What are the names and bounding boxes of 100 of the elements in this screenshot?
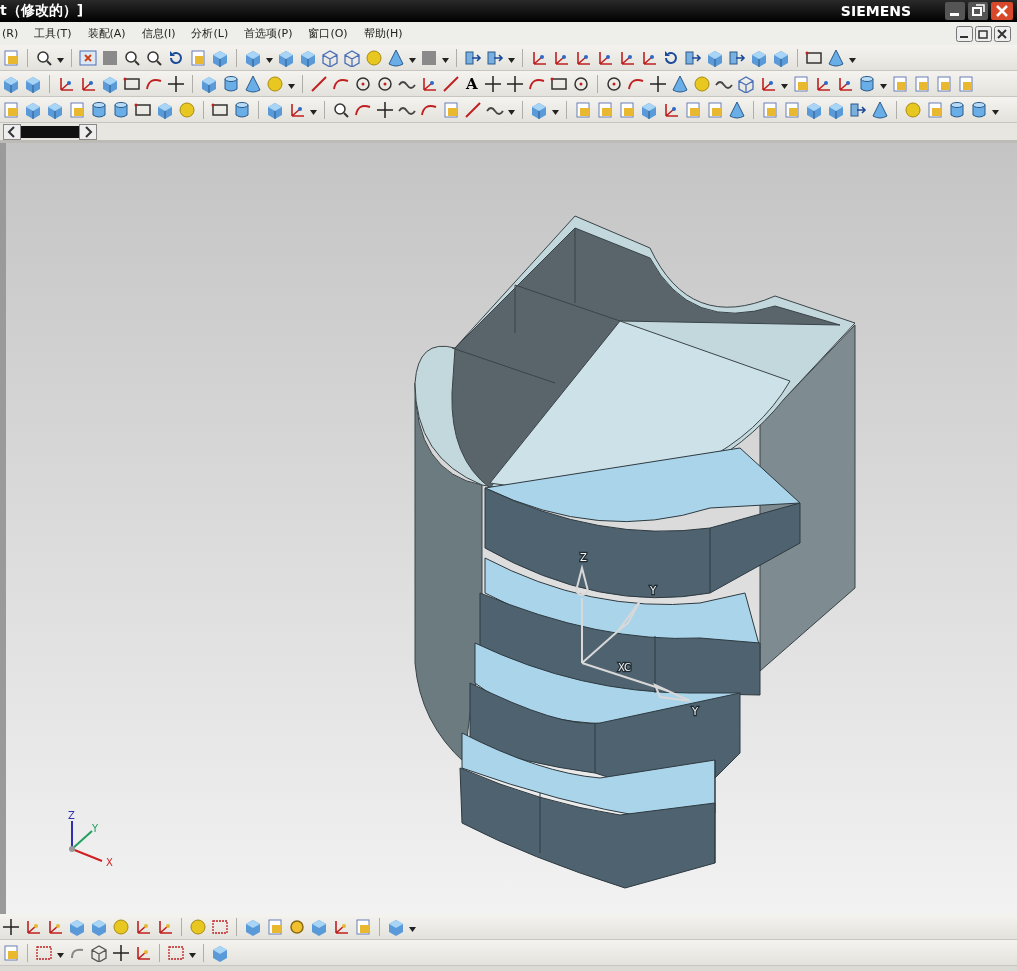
cylinder-icon[interactable] xyxy=(857,74,876,93)
cube-icon[interactable] xyxy=(299,48,317,67)
cube-icon[interactable] xyxy=(827,100,845,119)
wireframe-cube-icon[interactable] xyxy=(90,943,108,962)
caret-icon[interactable] xyxy=(409,927,416,932)
cylinder-icon[interactable] xyxy=(90,100,108,119)
caret-icon[interactable] xyxy=(879,84,887,89)
circle-icon[interactable] xyxy=(376,74,394,93)
line-icon[interactable] xyxy=(442,74,460,93)
cube-icon[interactable] xyxy=(90,917,108,936)
minimize-icon[interactable] xyxy=(956,25,973,42)
scroll-left-icon[interactable] xyxy=(3,123,21,140)
cube-icon[interactable] xyxy=(68,917,86,936)
caret-icon[interactable] xyxy=(508,110,515,115)
minimize-icon[interactable] xyxy=(945,2,965,20)
menu-item[interactable]: 首选项(P) xyxy=(242,26,295,41)
caret-icon[interactable] xyxy=(189,953,196,958)
wireframe-cube-icon[interactable] xyxy=(321,48,339,67)
fit-view-icon[interactable] xyxy=(79,48,97,67)
rotate-icon[interactable] xyxy=(167,48,185,67)
caret-icon[interactable] xyxy=(442,58,449,63)
line-icon[interactable] xyxy=(464,100,482,119)
cube-icon[interactable] xyxy=(266,100,284,119)
circle-icon[interactable] xyxy=(354,74,372,93)
caret-icon[interactable] xyxy=(508,58,515,63)
cube-icon[interactable] xyxy=(706,48,724,67)
menu-item[interactable]: 窗口(O) xyxy=(306,26,350,41)
cube-icon[interactable] xyxy=(101,74,119,93)
caret-icon[interactable] xyxy=(849,58,856,63)
cylinder-icon[interactable] xyxy=(948,100,966,119)
cube-icon[interactable] xyxy=(244,917,262,936)
wireframe-cube-icon[interactable] xyxy=(343,48,361,67)
cylinder-icon[interactable] xyxy=(233,100,251,119)
circle-icon[interactable] xyxy=(604,74,623,93)
arrow-icon[interactable] xyxy=(486,48,504,67)
cone-icon[interactable] xyxy=(827,48,845,67)
cube-icon[interactable] xyxy=(310,917,328,936)
menu-item[interactable]: 工具(T) xyxy=(32,26,74,41)
cone-icon[interactable] xyxy=(670,74,689,93)
menu-item[interactable]: 帮助(H) xyxy=(361,26,405,41)
plus-icon[interactable] xyxy=(483,74,502,93)
caret-icon[interactable] xyxy=(409,58,416,63)
cube-icon[interactable] xyxy=(24,74,42,93)
cube-icon[interactable] xyxy=(211,48,229,67)
menu-item[interactable]: 分析(L) xyxy=(189,26,231,41)
scrollbar-thumb[interactable] xyxy=(21,125,79,138)
cylinder-icon[interactable] xyxy=(112,100,130,119)
cube-icon[interactable] xyxy=(640,100,658,119)
arrow-icon[interactable] xyxy=(728,48,746,67)
cube-icon[interactable] xyxy=(244,48,262,67)
caret-icon[interactable] xyxy=(266,58,273,63)
plus-icon[interactable] xyxy=(648,74,667,93)
cube-icon[interactable] xyxy=(772,48,790,67)
caret-icon[interactable] xyxy=(288,84,295,89)
caret-icon[interactable] xyxy=(552,110,559,115)
restore-icon[interactable] xyxy=(968,2,988,20)
rotate-icon[interactable] xyxy=(662,48,680,67)
zoom-icon[interactable] xyxy=(332,100,350,119)
cube-icon[interactable] xyxy=(277,48,295,67)
caret-icon[interactable] xyxy=(992,110,999,115)
cylinder-icon[interactable] xyxy=(222,74,240,93)
arrow-icon[interactable] xyxy=(684,48,702,67)
cube-icon[interactable] xyxy=(211,943,229,962)
cube-icon[interactable] xyxy=(200,74,218,93)
cone-icon[interactable] xyxy=(871,100,889,119)
caret-icon[interactable] xyxy=(57,953,64,958)
plus-icon[interactable] xyxy=(505,74,524,93)
text-tool-button[interactable]: A xyxy=(464,74,480,93)
caret-icon[interactable] xyxy=(310,110,317,115)
caret-icon[interactable] xyxy=(780,84,788,89)
rectangle-icon[interactable] xyxy=(167,943,185,962)
wireframe-cube-icon[interactable] xyxy=(736,74,755,93)
cone-icon[interactable] xyxy=(728,100,746,119)
close-icon[interactable] xyxy=(994,25,1011,42)
plus-icon[interactable] xyxy=(112,943,130,962)
cube-icon[interactable] xyxy=(156,100,174,119)
cube-icon[interactable] xyxy=(750,48,768,67)
scroll-right-icon[interactable] xyxy=(79,123,97,140)
zoom-icon[interactable] xyxy=(145,48,163,67)
zoom-icon[interactable] xyxy=(35,48,53,67)
menu-item[interactable]: 装配(A) xyxy=(85,26,128,41)
menu-item[interactable]: (R) xyxy=(0,27,21,40)
cylinder-icon[interactable] xyxy=(970,100,988,119)
menu-item[interactable]: 信息(I) xyxy=(139,26,178,41)
line-icon[interactable] xyxy=(310,74,328,93)
cube-icon[interactable] xyxy=(24,100,42,119)
arrow-icon[interactable] xyxy=(464,48,482,67)
plus-icon[interactable] xyxy=(376,100,394,119)
plus-icon[interactable] xyxy=(167,74,185,93)
cube-icon[interactable] xyxy=(805,100,823,119)
rectangle-icon[interactable] xyxy=(211,917,229,936)
cube-icon[interactable] xyxy=(2,74,20,93)
cube-icon[interactable] xyxy=(530,100,548,119)
close-icon[interactable] xyxy=(991,2,1013,20)
cone-icon[interactable] xyxy=(387,48,405,67)
caret-icon[interactable] xyxy=(57,58,64,63)
graphics-viewport[interactable]: Z Y XC Y Z Y X xyxy=(0,143,1017,914)
zoom-icon[interactable] xyxy=(123,48,141,67)
cube-icon[interactable] xyxy=(46,100,64,119)
rectangle-icon[interactable] xyxy=(35,943,53,962)
